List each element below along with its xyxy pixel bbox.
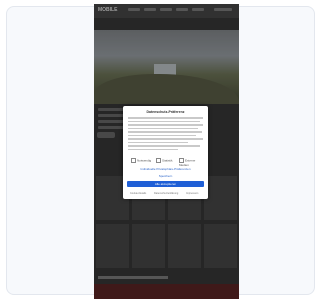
imprint-link[interactable]: Impressum: [186, 192, 198, 195]
cookie-details-link[interactable]: Cookie-Details: [130, 192, 146, 195]
accept-all-button[interactable]: Alle akzeptieren: [127, 181, 204, 187]
privacy-policy-link[interactable]: Datenschutzerklärung: [154, 192, 178, 195]
consent-checkboxes: Notwendig Statistik Externe Medien: [129, 158, 203, 167]
dialog-body-text: [128, 117, 203, 152]
save-link[interactable]: Speichern: [123, 174, 208, 178]
dialog-footer-links: Cookie-Details Datenschutzerklärung Impr…: [128, 192, 203, 196]
checkbox-external-media[interactable]: Externe Medien: [179, 158, 203, 167]
checkbox-statistics[interactable]: Statistik: [156, 158, 173, 163]
checkbox-necessary[interactable]: Notwendig: [131, 158, 151, 163]
individual-preferences-link[interactable]: Individuelle Privatsphäre-Präferenzen: [123, 167, 208, 171]
dialog-title: Datenschutz-Präferenz: [146, 110, 185, 114]
cookie-consent-dialog: Datenschutz-Präferenz Notwendig Statisti…: [123, 106, 208, 199]
